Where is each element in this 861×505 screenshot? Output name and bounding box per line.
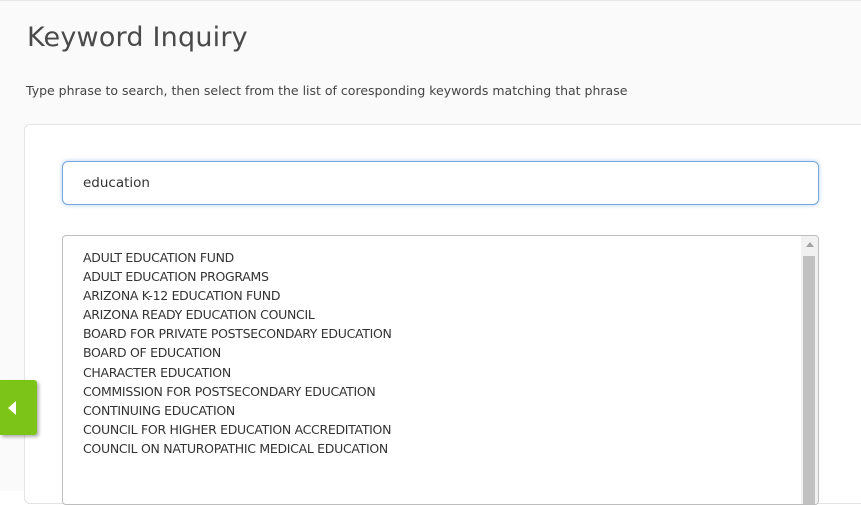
keyword-items: ADULT EDUCATION FUND ADULT EDUCATION PRO… [63,236,818,458]
page-subtitle: Type phrase to search, then select from … [26,83,628,98]
keyword-item[interactable]: ARIZONA K-12 EDUCATION FUND [83,286,818,305]
keyword-item[interactable]: BOARD OF EDUCATION [83,343,818,362]
keyword-item[interactable]: COUNCIL ON NATUROPATHIC MEDICAL EDUCATIO… [83,439,818,458]
keyword-search-input[interactable] [62,161,819,205]
keyword-item[interactable]: ARIZONA READY EDUCATION COUNCIL [83,305,818,324]
keyword-list[interactable]: ADULT EDUCATION FUND ADULT EDUCATION PRO… [62,235,819,505]
scrollbar-thumb[interactable] [803,256,815,504]
page-title: Keyword Inquiry [27,22,248,53]
keyword-item[interactable]: ADULT EDUCATION PROGRAMS [83,267,818,286]
keyword-item[interactable]: ADULT EDUCATION FUND [83,248,818,267]
side-panel-toggle-button[interactable] [0,380,37,435]
chevron-left-icon [8,401,16,415]
keyword-item[interactable]: BOARD FOR PRIVATE POSTSECONDARY EDUCATIO… [83,324,818,343]
list-scrollbar[interactable] [801,236,818,504]
keyword-item[interactable]: COMMISSION FOR POSTSECONDARY EDUCATION [83,382,818,401]
keyword-item[interactable]: COUNCIL FOR HIGHER EDUCATION ACCREDITATI… [83,420,818,439]
keyword-item[interactable]: CONTINUING EDUCATION [83,401,818,420]
keyword-item[interactable]: CHARACTER EDUCATION [83,363,818,382]
arrow-up-icon[interactable] [806,242,814,247]
